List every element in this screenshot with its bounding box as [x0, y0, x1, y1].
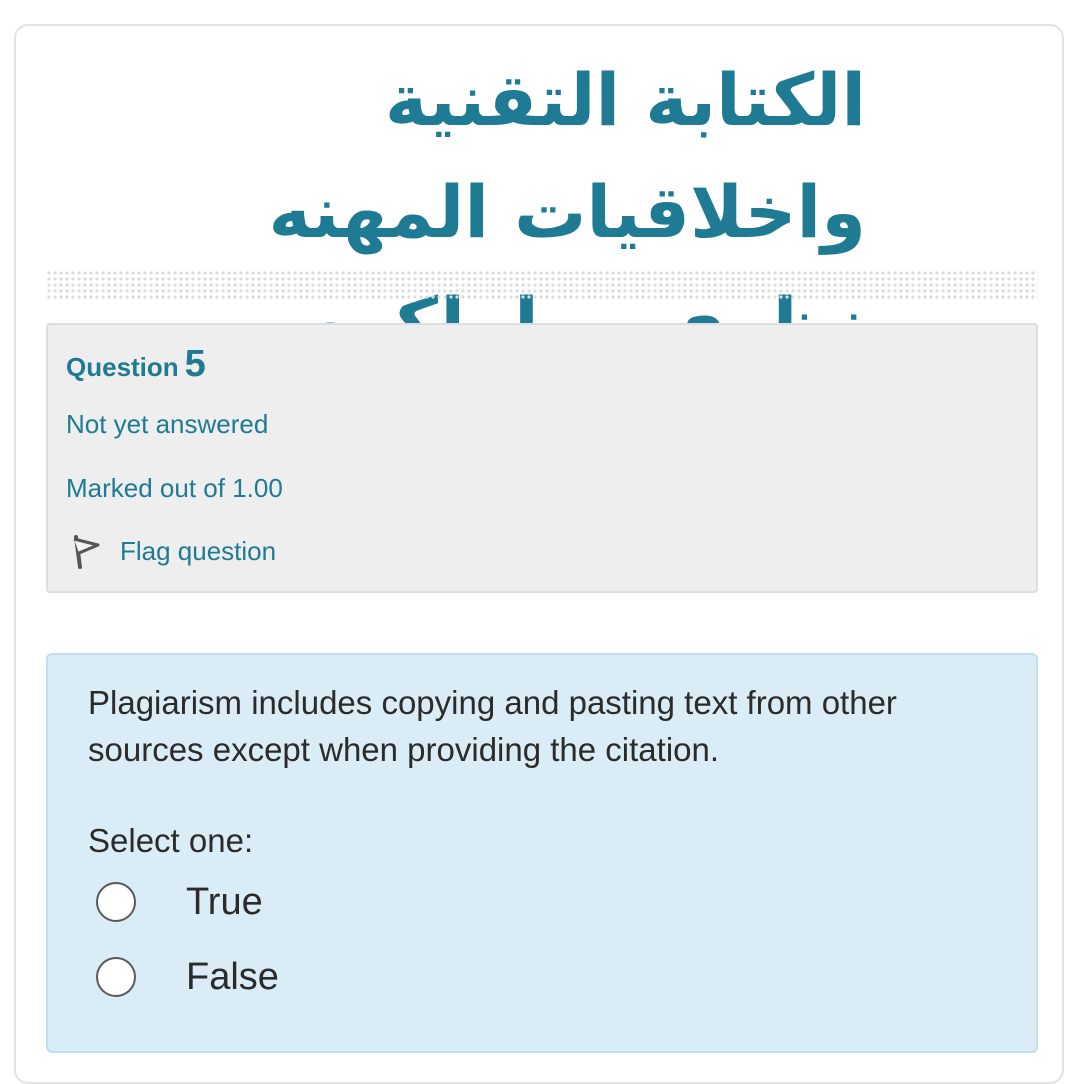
question-text: Plagiarism includes copying and pasting …: [88, 684, 897, 768]
answer-label-false[interactable]: False: [186, 956, 279, 999]
dotted-divider: [46, 270, 1038, 300]
question-content: Plagiarism includes copying and pasting …: [46, 653, 1038, 1053]
question-number-heading: Question 5: [66, 345, 206, 383]
answer-option-true[interactable]: True: [96, 877, 263, 927]
question-info-panel: Question 5 Not yet answered Marked out of…: [46, 323, 1038, 593]
flag-question-label[interactable]: Flag question: [120, 536, 276, 567]
question-state: Not yet answered: [66, 409, 269, 439]
question-label: Question: [66, 352, 179, 382]
question-marks: Marked out of 1.00: [66, 473, 283, 503]
radio-button-false[interactable]: [96, 957, 136, 997]
flag-question-link[interactable]: Flag question: [68, 531, 276, 571]
quiz-card: الكتابة التقنية واخلاقيات المهنه نظرى - …: [14, 24, 1064, 1084]
answer-option-false[interactable]: False: [96, 952, 279, 1002]
question-number: 5: [184, 343, 206, 385]
select-one-prompt: Select one:: [88, 822, 254, 859]
answer-label-true[interactable]: True: [186, 881, 263, 924]
radio-button-true[interactable]: [96, 882, 136, 922]
flag-icon[interactable]: [68, 533, 102, 569]
